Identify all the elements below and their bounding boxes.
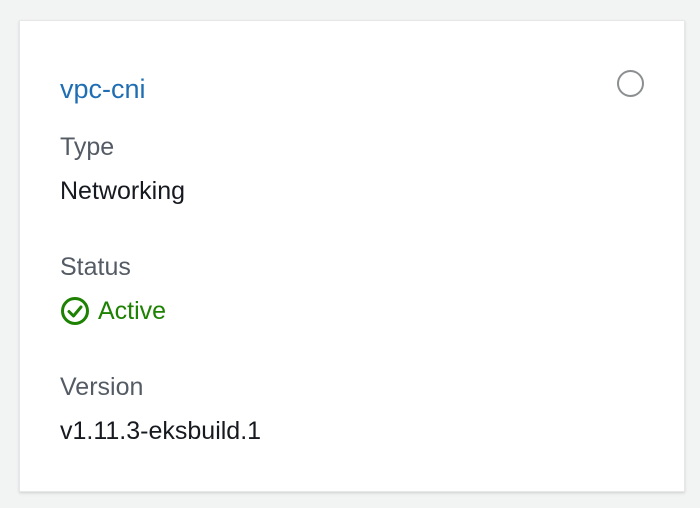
status-indicator: Active: [60, 296, 166, 326]
status-label: Status: [60, 253, 131, 281]
version-value: v1.11.3-eksbuild.1: [60, 417, 262, 445]
type-label: Type: [60, 133, 115, 161]
select-radio-button[interactable]: [617, 70, 644, 97]
version-label: Version: [60, 373, 144, 401]
addon-name-link[interactable]: vpc-cni: [60, 73, 146, 105]
check-circle-icon: [60, 296, 90, 326]
type-value: Networking: [60, 177, 186, 205]
status-value: Active: [98, 297, 167, 325]
addon-card: vpc-cni Type Networking Status Active Ve…: [19, 20, 685, 492]
